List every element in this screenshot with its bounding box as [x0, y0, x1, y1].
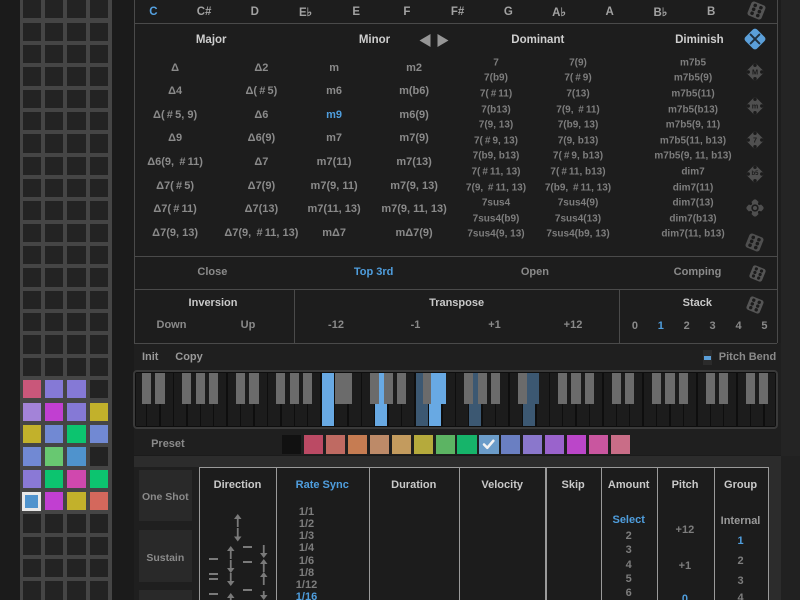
svg-text:M: M [752, 68, 758, 77]
svg-text:m: m [751, 102, 758, 111]
svg-text:7: 7 [753, 136, 757, 145]
svg-text:b5: b5 [751, 171, 759, 177]
